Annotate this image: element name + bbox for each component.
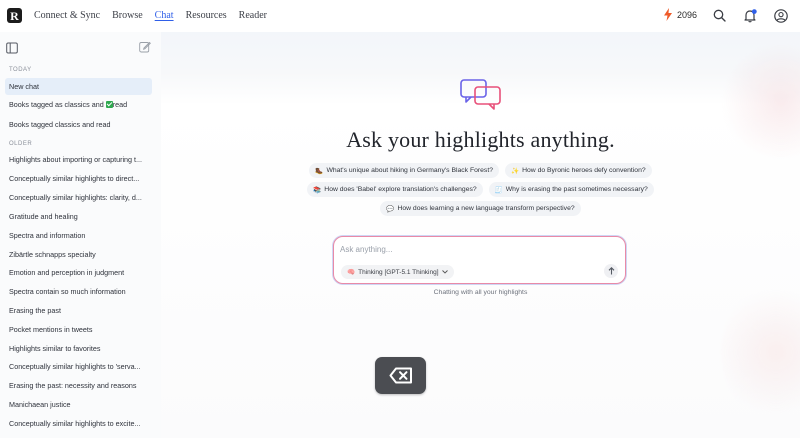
suggestion-chip[interactable]: 💬 How does learning a new language transf… <box>380 201 581 216</box>
receipt-icon: 🧾 <box>494 186 503 194</box>
arrow-up-icon <box>608 267 614 275</box>
nav-reader[interactable]: Reader <box>239 10 267 21</box>
chat-composer: 🧠 Thinking [GPT-5.1 Thinking] <box>333 236 626 284</box>
streak-count: 2096 <box>677 9 698 20</box>
sidebar-chat-item[interactable]: Spectra contain so much information <box>5 283 152 300</box>
sidebar-chat-item[interactable]: Erasing the past: necessity and reasons <box>5 377 152 394</box>
sidebar-chat-item[interactable]: Gratitude and healing <box>5 208 152 225</box>
backspace-icon <box>389 367 412 384</box>
suggestion-label: How do Byronic heroes defy convention? <box>522 167 646 174</box>
new-chat-compose-icon[interactable] <box>139 40 151 53</box>
page-title: Ask your highlights anything. <box>346 127 615 152</box>
suggestion-chip[interactable]: 📚 How does 'Babel' explore translation's … <box>307 182 483 197</box>
section-label-today: TODAY <box>9 67 32 73</box>
sidebar-chat-item[interactable]: Zibärtle schnapps specialty <box>5 246 152 263</box>
account-avatar-icon[interactable] <box>773 8 788 23</box>
model-label: Thinking [GPT-5.1 Thinking] <box>358 268 439 276</box>
chevron-down-icon <box>441 270 448 274</box>
sidebar-toggle-icon[interactable] <box>6 41 18 54</box>
sidebar-chat-item[interactable]: Conceptually similar highlights to direc… <box>5 170 152 187</box>
chat-scope-caption: Chatting with all your highlights <box>433 289 528 296</box>
chat-history-sidebar: TODAY New chat Books tagged as classics … <box>0 32 161 438</box>
checkmark-icon <box>105 101 113 108</box>
sidebar-chat-item[interactable]: Pocket mentions in tweets <box>5 321 152 338</box>
app-logo[interactable]: R <box>7 8 22 23</box>
speech-bubble-icon: 💬 <box>386 205 395 213</box>
sidebar-chat-item[interactable]: Emotion and perception in judgment <box>5 264 152 281</box>
send-button[interactable] <box>604 264 618 278</box>
search-icon[interactable] <box>712 8 727 23</box>
sidebar-chat-item[interactable]: Spectra and information <box>5 227 152 244</box>
suggestion-label: What's unique about hiking in Germany's … <box>326 167 493 174</box>
hiking-boot-icon: 🥾 <box>315 167 324 175</box>
lightning-icon <box>664 8 672 21</box>
sidebar-chat-item[interactable]: Manichaean justice <box>5 396 152 413</box>
sidebar-chat-item[interactable]: Highlights about importing or capturing … <box>5 151 152 168</box>
streak-counter[interactable]: 2096 <box>663 8 697 21</box>
suggestion-chip[interactable]: 🧾 Why is erasing the past sometimes neces… <box>488 182 654 197</box>
background-decoration <box>721 282 800 422</box>
suggestion-label: Why is erasing the past sometimes necess… <box>505 186 648 193</box>
books-icon: 📚 <box>313 186 322 194</box>
sidebar-chat-label-suffix: read <box>112 100 128 109</box>
sidebar-chat-item[interactable]: Erasing the past <box>5 302 152 319</box>
sidebar-chat-new-chat[interactable]: New chat <box>5 78 152 95</box>
backspace-key-overlay <box>375 357 426 394</box>
model-selector[interactable]: 🧠 Thinking [GPT-5.1 Thinking] <box>341 265 454 279</box>
suggestion-label: How does learning a new language transfo… <box>397 205 575 212</box>
sidebar-chat-item[interactable]: Books tagged as classics and read <box>5 96 152 113</box>
suggestion-chip[interactable]: ✨ How do Byronic heroes defy convention? <box>505 163 652 178</box>
suggestion-label: How does 'Babel' explore translation's c… <box>324 186 477 193</box>
sidebar-chat-item[interactable]: Books tagged classics and read <box>5 116 152 133</box>
suggestion-chip[interactable]: 🥾 What's unique about hiking in Germany's… <box>309 163 499 178</box>
brain-icon: 🧠 <box>347 269 356 276</box>
main-nav: Connect & Sync Browse Chat Resources Rea… <box>34 10 279 21</box>
nav-connect-sync[interactable]: Connect & Sync <box>34 10 100 21</box>
chat-input[interactable] <box>340 243 610 255</box>
sidebar-chat-item[interactable]: Highlights similar to favorites <box>5 340 152 357</box>
nav-chat[interactable]: Chat <box>155 10 174 21</box>
sparkles-icon: ✨ <box>511 167 520 175</box>
sidebar-chat-item[interactable]: Conceptually similar highlights: clarity… <box>5 189 152 206</box>
sidebar-chat-label: Books tagged as classics and <box>9 100 106 109</box>
sidebar-chat-item[interactable]: Conceptually similar highlights to excit… <box>5 415 152 432</box>
notifications-bell-icon[interactable] <box>742 8 757 23</box>
top-navigation-bar: R Connect & Sync Browse Chat Resources R… <box>0 0 800 32</box>
nav-resources[interactable]: Resources <box>186 10 227 21</box>
chat-bubbles-logo-icon <box>460 79 501 110</box>
sidebar-chat-item[interactable]: Conceptually similar highlights to 'serv… <box>5 358 152 375</box>
nav-browse[interactable]: Browse <box>112 10 143 21</box>
chat-main-panel: Ask your highlights anything. 🥾 What's un… <box>161 32 800 438</box>
section-label-older: OLDER <box>9 141 33 147</box>
